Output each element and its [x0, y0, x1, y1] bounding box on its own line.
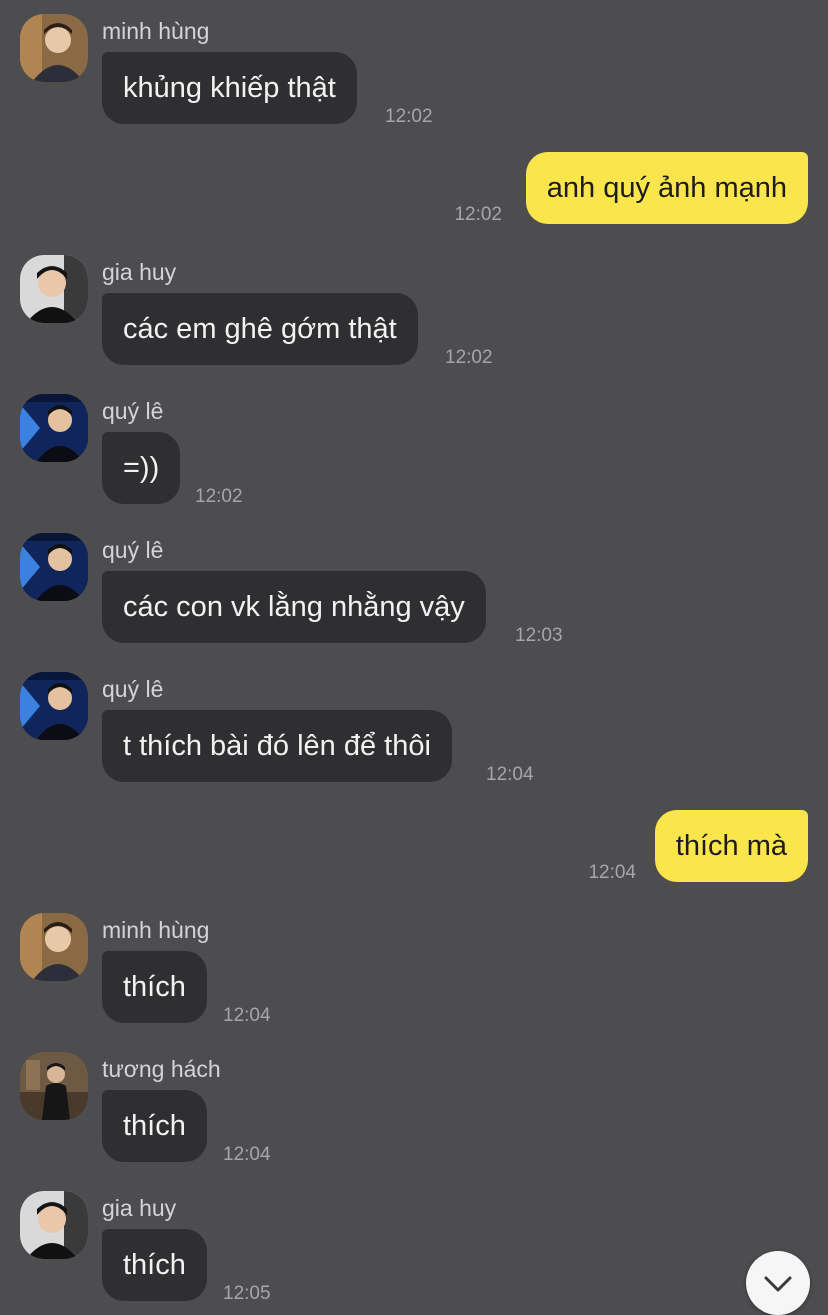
message-time: 12:04 [588, 862, 636, 883]
sender-name: quý lê [102, 398, 164, 424]
message-time: 12:05 [223, 1283, 271, 1304]
message-time: 12:02 [445, 347, 493, 368]
message-time: 12:03 [515, 625, 563, 646]
message-bubble[interactable]: các con vk lằng nhằng vậy [102, 571, 486, 643]
message-time: 12:02 [195, 486, 243, 507]
message-bubble[interactable]: thích [102, 951, 207, 1023]
message-time: 12:04 [223, 1005, 271, 1026]
sender-name: gia huy [102, 1195, 177, 1221]
avatar-quy-le[interactable] [20, 533, 88, 601]
sender-name: quý lê [102, 537, 164, 563]
chevron-down-icon [764, 1276, 792, 1292]
sender-name: gia huy [102, 259, 177, 285]
message-bubble[interactable]: khủng khiếp thật [102, 52, 357, 124]
avatar-gia-huy[interactable] [20, 255, 88, 323]
sender-name: quý lê [102, 676, 164, 702]
sender-name: minh hùng [102, 18, 210, 44]
message-bubble[interactable]: t thích bài đó lên để thôi [102, 710, 452, 782]
avatar-minh-hung[interactable] [20, 913, 88, 981]
avatar-quy-le[interactable] [20, 394, 88, 462]
message-bubble[interactable]: anh quý ảnh mạnh [525, 152, 808, 224]
sender-name: tương hách [102, 1056, 221, 1082]
message-bubble[interactable]: thích mà [654, 810, 808, 882]
message-time: 12:02 [454, 204, 502, 225]
avatar-minh-hung[interactable] [20, 14, 88, 82]
message-bubble[interactable]: =)) [102, 432, 181, 504]
message-bubble[interactable]: thích [102, 1229, 207, 1301]
message-time: 12:04 [486, 764, 534, 785]
message-time: 12:04 [223, 1144, 271, 1165]
avatar-tuong-hach[interactable] [20, 1052, 88, 1120]
sender-name: minh hùng [102, 917, 210, 943]
message-bubble[interactable]: các em ghê gớm thật [102, 293, 418, 365]
avatar-quy-le[interactable] [20, 672, 88, 740]
scroll-to-bottom-button[interactable] [746, 1251, 810, 1315]
message-bubble[interactable]: thích [102, 1090, 207, 1162]
message-time: 12:02 [385, 106, 433, 127]
avatar-gia-huy[interactable] [20, 1191, 88, 1259]
